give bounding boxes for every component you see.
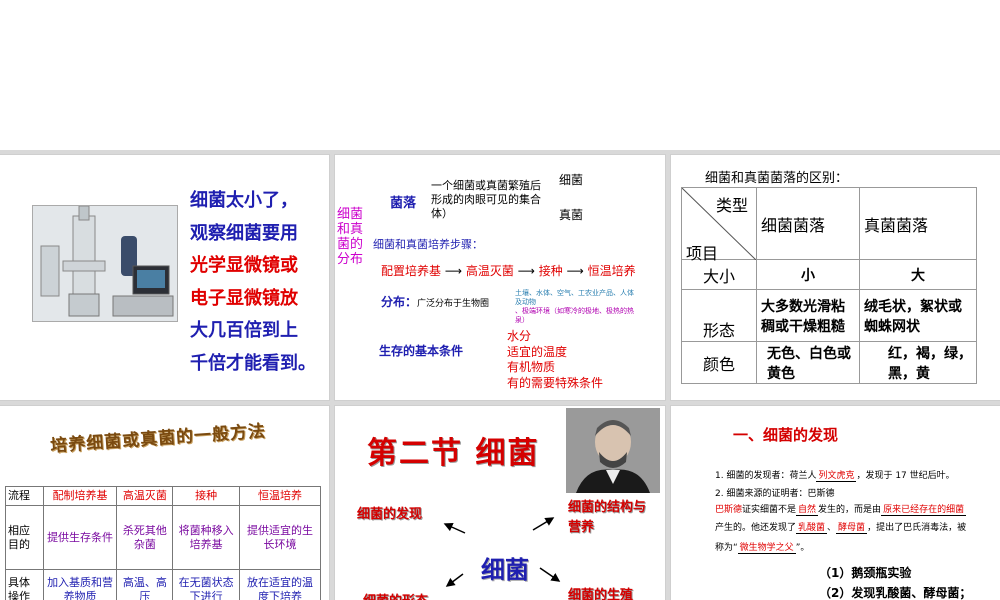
discovery-line-5: 称为“ 微生物学之父”。: [715, 540, 809, 556]
row-label: 具体操作: [5, 569, 44, 600]
microscope-explanation: 细菌太小了， 观察细菌要用 光学显微镜或 电子显微镜放 大几百倍到上 千倍才能看…: [190, 185, 325, 381]
step-1: 配置培养基: [381, 264, 442, 278]
discovery-line-4: 产生的。他还发现了 乳酸菌、酵母菌 ，提出了巴氏消毒法，被: [715, 520, 966, 536]
table-cell: 提供适宜的生长环境: [238, 505, 322, 570]
kind-fungi: 真菌: [559, 208, 584, 222]
slide-thumbnail-4[interactable]: 培养细菌或真菌的一般方法 流程 配制培养基 高温灭菌 接种 恒温培养 相应目的 …: [0, 406, 329, 600]
table-cell: 在无菌状态下进行: [172, 569, 240, 600]
slide-thumbnail-3[interactable]: 细菌和真菌菌落的区别： 类型 项目 细菌菌落 真菌菌落 大小 小 大 形态 大多…: [671, 155, 1000, 400]
header-cell: 接种: [172, 486, 240, 506]
topic-arrows: [443, 517, 561, 587]
condition-item: 适宜的温度: [507, 344, 568, 359]
text: 发生的，而是由: [818, 505, 882, 515]
distribution-detail-2: 、极端环境（如寒冷的极地、极热的热泉）: [515, 307, 634, 324]
s1-line: 光学显微镜或: [190, 255, 298, 277]
cell-bacteria: 小: [756, 259, 860, 290]
text: 巴斯德: [715, 505, 743, 515]
cell-fungi: 大: [859, 259, 977, 290]
distribution-text: 广泛分布于生物圈: [417, 299, 490, 309]
row-label: 相应目的: [5, 505, 44, 570]
conditions-label: 生存的基本条件: [379, 344, 464, 358]
header-type: 类型: [716, 196, 749, 215]
column-fungi: 真菌菌落: [859, 187, 977, 260]
arrow-right-icon: ⟶: [444, 264, 463, 278]
cell-bacteria: 无色、白色或黄色: [756, 341, 860, 384]
distribution-vertical-title: 细菌和真菌的分布: [337, 207, 364, 267]
discovery-line-1: 1. 细菌的发现者：荷兰人 列文虎克 ，发现于 17 世纪后叶。: [715, 468, 955, 484]
text: 称为“: [715, 543, 738, 553]
answer-fill: 乳酸菌: [796, 523, 828, 534]
header-cell: 配制培养基: [42, 486, 118, 506]
culture-steps-title: 细菌和真菌培养步骤：: [373, 238, 483, 251]
s1-line: 细菌太小了，: [190, 190, 298, 211]
arrow-right-icon: ⟶: [566, 264, 584, 278]
kind-bacteria: 细菌: [559, 173, 584, 187]
text: 、: [827, 523, 837, 533]
discovery-line-2: 2. 细菌来源的证明者：巴斯德: [715, 489, 835, 499]
table-cell: 杀死其他杂菌: [116, 505, 174, 570]
answer-fill: 微生物学之父: [737, 543, 796, 554]
colony-difference-table: 类型 项目 细菌菌落 真菌菌落 大小 小 大 形态 大多数光滑粘稠或干燥粗糙 绒…: [681, 187, 977, 384]
text: ，发现于 17 世纪后叶。: [856, 471, 955, 481]
table-corner-cell: 类型 项目: [681, 187, 757, 263]
slide-thumbnail-1[interactable]: 细菌太小了， 观察细菌要用 光学显微镜或 电子显微镜放 大几百倍到上 千倍才能看…: [0, 155, 329, 400]
s1-line: 电子显微镜放: [190, 287, 298, 309]
step-3: 接种: [538, 264, 563, 278]
conditions-list: 水分 适宜的温度 有机物质 有的需要特殊条件: [507, 329, 603, 391]
cell-fungi: 绒毛状，絮状或蜘蛛网状: [859, 289, 977, 342]
condition-item: 有机物质: [507, 360, 556, 374]
cell-fungi: 红，褐，绿，黑，黄: [859, 341, 977, 384]
row-label: 大小: [681, 259, 757, 290]
table-cell: 将菌种移入培养基: [172, 505, 240, 570]
text: ”。: [795, 543, 810, 553]
answer-fill: 列文虎克: [816, 471, 857, 482]
answer-fill: 自然: [796, 505, 819, 516]
condition-item: 有的需要特殊条件: [507, 375, 604, 390]
colony-difference-title: 细菌和真菌菌落的区别：: [705, 171, 849, 186]
distribution-label-text: 分布：: [381, 295, 418, 309]
colony-label: 菌落: [390, 196, 417, 211]
slide-thumbnail-2[interactable]: 细菌和真菌的分布 菌落 一个细菌或真菌繁殖后形成的肉眼可见的集合体） 细菌 真菌…: [335, 155, 665, 400]
header-cell: 高温灭菌: [116, 486, 174, 506]
s1-line: 千倍才能看到。: [190, 352, 316, 374]
experiment-2: （2）发现乳酸菌、酵母菌；: [819, 586, 972, 600]
header-cell: 恒温培养: [238, 486, 322, 506]
distribution-detail-1: 土壤、水体、空气、工农业产品、人体及动物: [515, 289, 634, 306]
answer-fill: 原来已经存在的细菌: [881, 505, 967, 516]
slide-thumbnail-5[interactable]: 第二节 细菌 细菌 细菌的发现 细菌的结构与营养 细菌的形态 细菌的生殖: [335, 406, 665, 600]
column-bacteria: 细菌菌落: [756, 187, 860, 260]
table-cell: 加入基质和营养物质: [42, 569, 118, 600]
table-cell: 提供生存条件: [42, 505, 118, 570]
discovery-line-3: 巴斯德证实细菌不是 自然 发生的，而是由 原来已经存在的细菌: [715, 502, 967, 518]
header-cell: 流程: [5, 486, 44, 506]
experiment-1: （1）鹅颈瓶实验: [819, 566, 912, 580]
arrow-right-icon: ⟶: [517, 264, 535, 278]
header-item: 项目: [686, 244, 719, 263]
culture-steps-flow: 配置培养基 ⟶ 高温灭菌 ⟶ 接种 ⟶ 恒温培养: [381, 262, 636, 279]
colony-definition: 一个细菌或真菌繁殖后形成的肉眼可见的集合体）: [431, 179, 541, 220]
step-2: 高温灭菌: [465, 264, 514, 278]
cell-bacteria: 大多数光滑粘稠或干燥粗糙: [756, 289, 860, 342]
culture-method-banner: 培养细菌或真菌的一般方法: [49, 421, 267, 457]
text: ，提出了巴氏消毒法，被: [867, 523, 967, 533]
distribution-label: 分布：广泛分布于生物圈: [381, 293, 489, 310]
row-label: 颜色: [681, 341, 757, 384]
text: 1. 细菌的发现者：荷兰人: [715, 471, 817, 481]
table-cell: 高温、高压: [116, 569, 174, 600]
text: 产生的。他还发现了: [715, 523, 797, 533]
slide-thumbnail-6[interactable]: 一、细菌的发现 1. 细菌的发现者：荷兰人 列文虎克 ，发现于 17 世纪后叶。 2…: [671, 406, 1000, 600]
answer-fill: 酵母菌: [836, 523, 868, 534]
step-4: 恒温培养: [587, 264, 636, 278]
text: 证实细菌不是: [742, 505, 797, 515]
culture-method-table: 流程 配制培养基 高温灭菌 接种 恒温培养 相应目的 提供生存条件 杀死其他杂菌…: [5, 486, 322, 600]
condition-item: 水分: [507, 329, 532, 343]
s1-line: 大几百倍到上: [190, 320, 298, 342]
row-label: 形态: [681, 289, 757, 342]
table-cell: 放在适宜的温度下培养: [238, 569, 322, 600]
discovery-title: 一、细菌的发现: [733, 426, 839, 444]
electron-microscope-image: [32, 205, 178, 322]
s1-line: 观察细菌要用: [190, 222, 298, 244]
